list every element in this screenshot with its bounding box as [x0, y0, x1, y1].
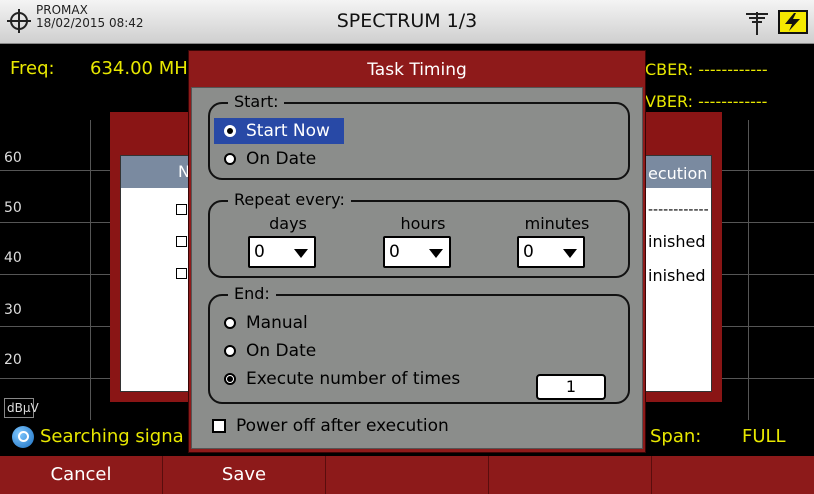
softkey-3[interactable] — [326, 456, 489, 494]
radio-label: Manual — [246, 313, 308, 333]
minutes-select[interactable]: 0 — [517, 236, 585, 268]
days-label: days — [269, 214, 307, 233]
softkey-bar: Cancel Save — [0, 456, 814, 494]
end-group: End: Manual On Date Execute number of ti… — [208, 284, 630, 404]
dialog-body: Start: Start Now On Date Repeat every: d… — [191, 87, 643, 449]
radio-dot — [224, 125, 236, 137]
save-button[interactable]: Save — [163, 456, 326, 494]
days-select[interactable]: 0 — [248, 236, 316, 268]
search-icon — [12, 426, 34, 448]
y-tick: 20 — [4, 352, 22, 368]
cancel-button[interactable]: Cancel — [0, 456, 163, 494]
table-cell: inished — [648, 266, 706, 285]
row-checkbox[interactable] — [176, 204, 187, 215]
chevron-down-icon — [429, 249, 443, 258]
table-cell: ------------ — [648, 202, 709, 218]
top-bar: PROMAX 18/02/2015 08:42 SPECTRUM 1/3 — [0, 0, 814, 44]
dialog-title: Task Timing — [367, 60, 467, 80]
hours-label: hours — [400, 214, 446, 233]
freq-value: 634.00 MH — [90, 58, 188, 79]
span-label: Span: — [650, 426, 702, 447]
radio-dot — [224, 345, 236, 357]
cber-value: CBER: ------------ — [645, 60, 768, 79]
column-header-execution: ecution — [648, 164, 708, 183]
search-status: Searching signa — [40, 426, 184, 447]
repeat-group: Repeat every: days hours minutes 0 0 0 — [208, 190, 630, 278]
hours-value: 0 — [389, 242, 400, 262]
row-checkbox[interactable] — [176, 268, 187, 279]
start-group: Start: Start Now On Date — [208, 92, 630, 180]
antenna-icon — [746, 12, 768, 35]
power-off-option[interactable]: Power off after execution — [212, 416, 449, 436]
softkey-5[interactable] — [652, 456, 814, 494]
radio-dot — [224, 153, 236, 165]
freq-label: Freq: — [10, 58, 55, 79]
softkey-4[interactable] — [489, 456, 652, 494]
start-legend: Start: — [228, 92, 285, 111]
start-on-date-radio[interactable]: On Date — [224, 146, 316, 172]
table-cell: inished — [648, 232, 706, 251]
span-value: FULL — [742, 426, 786, 447]
y-tick: 60 — [4, 150, 22, 166]
repeat-legend: Repeat every: — [228, 190, 351, 209]
radio-label: On Date — [246, 341, 317, 361]
end-manual-radio[interactable]: Manual — [224, 310, 308, 336]
end-on-date-radio[interactable]: On Date — [224, 338, 316, 364]
radio-dot — [224, 317, 236, 329]
radio-label: Execute number of times — [246, 369, 461, 389]
radio-dot — [224, 373, 236, 385]
grid-line — [90, 120, 91, 420]
vber-value: VBER: ------------ — [645, 92, 768, 111]
end-execute-times-radio[interactable]: Execute number of times — [224, 366, 460, 392]
minutes-value: 0 — [523, 242, 534, 262]
power-off-label: Power off after execution — [236, 416, 449, 436]
battery-charging-icon — [778, 10, 808, 34]
execute-times-input[interactable]: 1 — [536, 374, 606, 400]
y-tick: 50 — [4, 200, 22, 216]
y-tick: 40 — [4, 250, 22, 266]
page-title: SPECTRUM 1/3 — [336, 10, 478, 32]
radio-label: Start Now — [246, 121, 330, 141]
row-checkbox[interactable] — [176, 236, 187, 247]
chevron-down-icon — [563, 249, 577, 258]
unit-label: dBμV — [4, 398, 39, 418]
grid-line — [748, 120, 749, 420]
end-legend: End: — [228, 284, 276, 303]
chevron-down-icon — [294, 249, 308, 258]
days-value: 0 — [254, 242, 265, 262]
minutes-label: minutes — [524, 214, 590, 233]
start-now-radio[interactable]: Start Now — [214, 118, 344, 144]
y-tick: 30 — [4, 302, 22, 318]
hours-select[interactable]: 0 — [383, 236, 451, 268]
task-timing-dialog: Task Timing Start: Start Now On Date Rep… — [188, 50, 646, 453]
radio-label: On Date — [246, 149, 317, 169]
power-off-checkbox[interactable] — [212, 419, 226, 433]
